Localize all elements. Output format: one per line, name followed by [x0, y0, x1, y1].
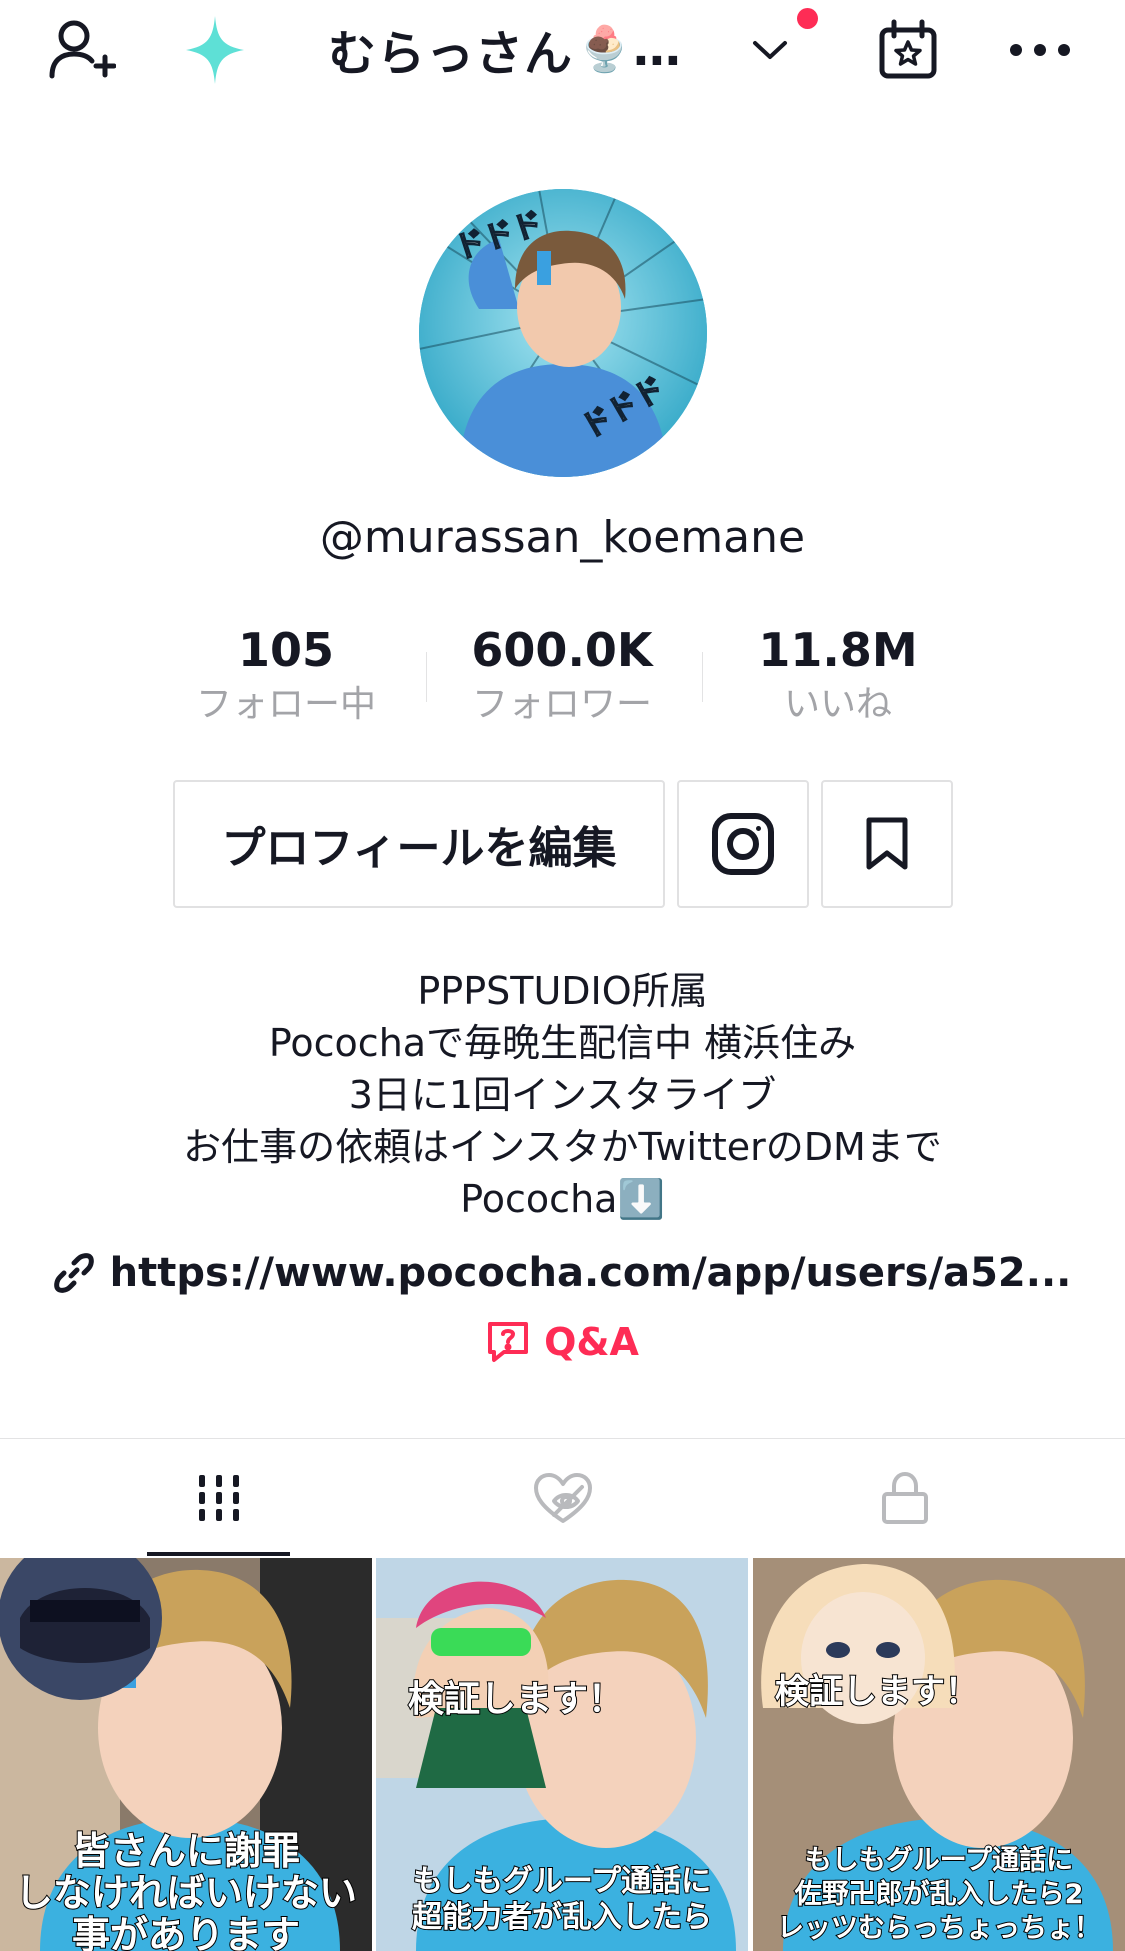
instagram-icon — [712, 813, 774, 875]
bio-line: Pococha⬇️ — [460, 1177, 665, 1221]
video-top-caption: 検証します！ — [407, 1678, 625, 1721]
video-caption: もしもグループ通話に 佐野卍郎が乱入したら2 レッツむらっちょっちょ！ — [776, 1844, 1102, 1945]
qa-button[interactable]: Q&A — [0, 1320, 1125, 1364]
more-options-icon[interactable] — [1000, 20, 1080, 80]
account-name: むらっさん — [328, 26, 574, 82]
active-tab-indicator — [147, 1552, 290, 1556]
profile-avatar[interactable]: ドドド ドドド — [419, 189, 707, 477]
following-label: フォロー中 — [195, 684, 376, 725]
bookmark-icon — [866, 817, 908, 870]
link-icon — [53, 1253, 94, 1293]
bio-line: 3日に1回インスタライブ — [348, 1073, 777, 1117]
edit-profile-button[interactable]: プロフィールを編集 — [173, 780, 665, 908]
instagram-button[interactable] — [677, 780, 809, 908]
likes-label: いいね — [783, 684, 892, 725]
tab-videos[interactable] — [31, 1440, 406, 1556]
question-bubble-icon — [488, 1322, 529, 1362]
link-text: https://www.pococha.com/app/users/a52... — [109, 1250, 1072, 1296]
following-stat[interactable]: 105 フォロー中 — [156, 620, 416, 730]
bio-line: PPPSTUDIO所属 — [417, 969, 708, 1013]
tab-liked[interactable] — [375, 1440, 750, 1556]
top-bar: むらっさん 🍨 … — [0, 0, 1125, 100]
stat-divider — [426, 652, 427, 702]
tab-private[interactable] — [717, 1440, 1092, 1556]
heart-hidden-icon — [533, 1473, 592, 1523]
video-grid: 皆さんに謝罪 しなければいけない 事があります 検証します！ もしもグループ通話… — [0, 1558, 1125, 1951]
likes-stat[interactable]: 11.8M いいね — [708, 620, 968, 730]
followers-count: 600.0K — [471, 623, 653, 677]
profile-link[interactable]: https://www.pococha.com/app/users/a52... — [0, 1250, 1125, 1296]
likes-count: 11.8M — [758, 623, 918, 677]
sparkle-icon[interactable] — [180, 12, 250, 88]
bio-line: お仕事の依頼はインスタかTwitterのDMまで — [183, 1125, 942, 1169]
chevron-down-icon[interactable] — [748, 28, 792, 72]
video-thumbnail[interactable]: 検証します！ もしもグループ通話に 佐野卍郎が乱入したら2 レッツむらっちょっち… — [753, 1558, 1125, 1951]
ice-cream-emoji: 🍨 — [577, 24, 633, 75]
followers-stat[interactable]: 600.0K フォロワー — [432, 620, 692, 730]
add-friend-icon[interactable] — [40, 10, 120, 90]
lock-icon — [881, 1472, 928, 1524]
qa-label: Q&A — [544, 1320, 639, 1364]
notification-dot — [797, 8, 818, 29]
calendar-star-icon[interactable] — [872, 14, 944, 86]
tabs-divider — [0, 1438, 1125, 1439]
video-caption: 皆さんに謝罪 しなければいけない 事があります — [14, 1829, 358, 1951]
video-top-caption: 検証します！ — [774, 1671, 980, 1713]
account-title-switcher[interactable]: むらっさん 🍨 … — [328, 14, 682, 84]
stat-divider — [702, 652, 703, 702]
following-count: 105 — [237, 623, 335, 677]
profile-bio: PPPSTUDIO所属 Pocochaで毎晩生配信中 横浜住み 3日に1回インス… — [0, 965, 1125, 1225]
video-thumbnail[interactable]: 皆さんに謝罪 しなければいけない 事があります — [0, 1558, 372, 1951]
content-tabs — [0, 1440, 1125, 1556]
video-thumbnail[interactable]: 検証します！ もしもグループ通話に 超能力者が乱入したら — [376, 1558, 748, 1951]
grid-icon — [198, 1475, 239, 1521]
title-ellipsis: … — [632, 21, 682, 77]
video-caption: もしもグループ通話に 超能力者が乱入したら — [411, 1863, 713, 1936]
username-handle: @murassan_koemane — [319, 512, 806, 563]
bio-line: Pocochaで毎晩生配信中 横浜住み — [268, 1021, 857, 1065]
favorites-button[interactable] — [821, 780, 953, 908]
followers-label: フォロワー — [471, 684, 652, 725]
